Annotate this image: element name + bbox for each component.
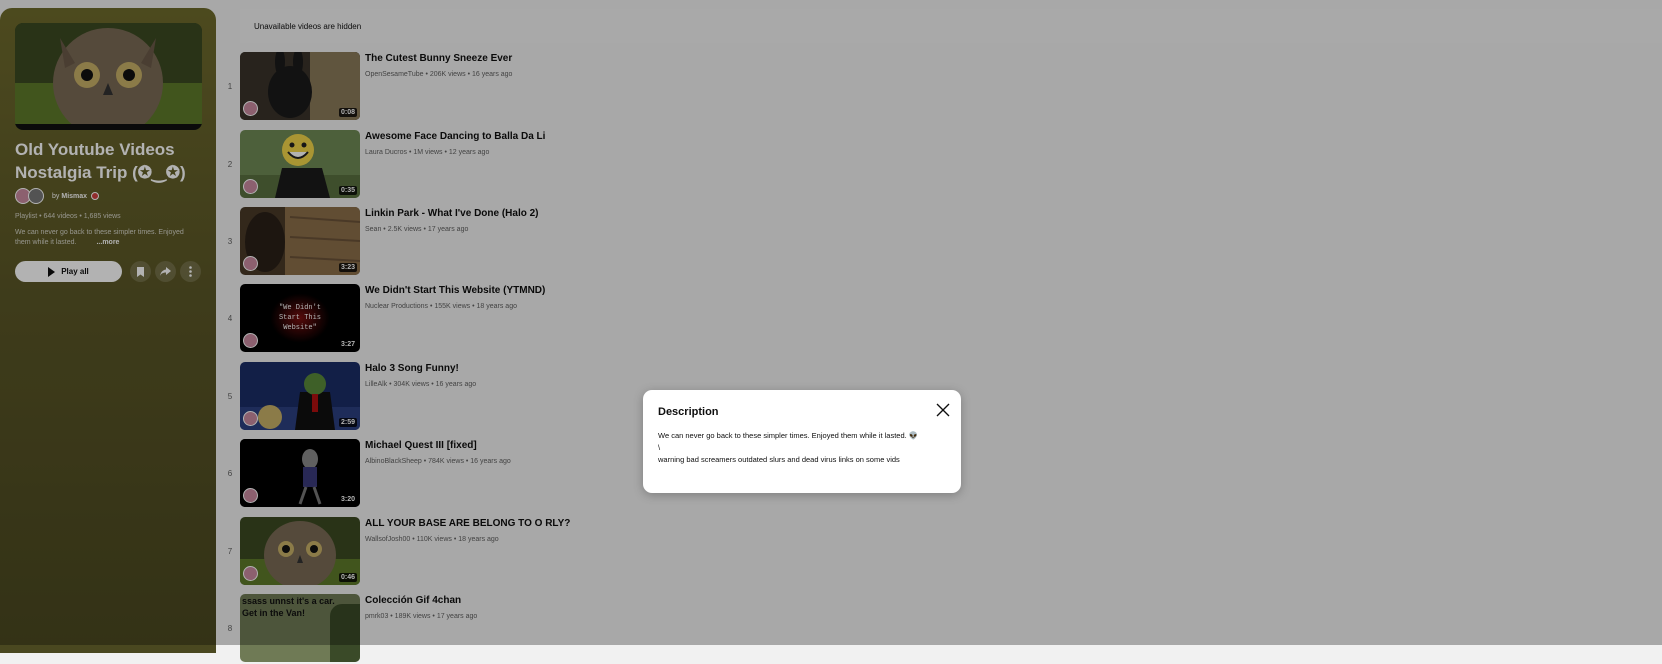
dialog-title: Description: [658, 406, 719, 418]
dialog-description-text: We can never go back to these simpler ti…: [658, 431, 919, 464]
modal-backdrop[interactable]: [0, 0, 1662, 645]
close-icon: [936, 403, 950, 417]
close-button[interactable]: [935, 402, 951, 418]
description-dialog: Description We can never go back to thes…: [643, 390, 961, 493]
